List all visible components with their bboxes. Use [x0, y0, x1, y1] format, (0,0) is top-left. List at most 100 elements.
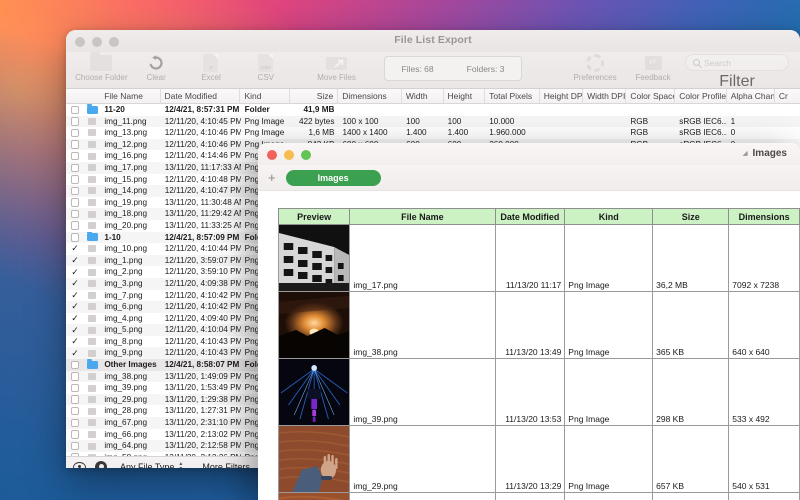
checkmark-icon: ✓ [71, 256, 79, 265]
row-checkbox[interactable]: ✓ [66, 255, 84, 267]
row-checkbox[interactable]: ✓ [66, 336, 84, 348]
column-header-height[interactable]: Height [444, 89, 486, 104]
row-checkbox[interactable] [66, 127, 84, 139]
sheet-col-preview[interactable]: Preview [279, 209, 350, 225]
sheet-col-dimensions[interactable]: Dimensions [729, 209, 800, 225]
image-file-icon [84, 162, 100, 174]
cell-name: img_8.png [100, 336, 160, 348]
window-title: File List Export [66, 34, 800, 46]
file-table-header[interactable]: File Name Date Modified Kind Size Dimens… [66, 89, 800, 104]
sheet-cell-dimensions [729, 493, 800, 500]
cell-name: img_16.png [100, 150, 160, 162]
move-files-label: Move Files [317, 73, 356, 82]
zoom-button-icon[interactable] [301, 150, 311, 160]
checkbox-unchecked-icon [71, 152, 80, 161]
sheet-document-title[interactable]: ◢ Images [743, 148, 787, 159]
cell-name: img_58.png [100, 452, 160, 456]
table-row[interactable]: img_11.png12/11/20, 4:10:45 PMPng Image4… [66, 116, 800, 128]
cell-name: img_67.png [100, 417, 160, 429]
row-checkbox[interactable] [66, 162, 84, 174]
eye-icon[interactable] [73, 462, 86, 468]
filter-group[interactable]: Search Filter [682, 52, 792, 91]
column-header-total-pixels[interactable]: Total Pixels [485, 89, 540, 104]
filter-search-input[interactable]: Search [685, 54, 789, 71]
column-header-width[interactable]: Width [402, 89, 444, 104]
row-checkbox[interactable]: ✓ [66, 290, 84, 302]
row-checkbox[interactable]: ✓ [66, 243, 84, 255]
table-row-folder[interactable]: 11-2012/4/21, 8:57:31 PMFolder41,9 MB [66, 104, 800, 116]
add-sheet-button[interactable]: + [268, 171, 276, 184]
cell-date: 12/11/20, 4:14:46 PM [161, 150, 241, 162]
sheet-col-file-name[interactable]: File Name [350, 209, 495, 225]
excel-export-button[interactable]: X Excel [184, 52, 239, 82]
row-checkbox[interactable] [66, 382, 84, 394]
column-header-file-name[interactable]: File Name [100, 89, 160, 104]
clear-button[interactable]: Clear [129, 52, 184, 82]
column-header-size[interactable]: Size [290, 89, 338, 104]
feedback-button[interactable]: FT Feedback [624, 52, 682, 82]
row-checkbox[interactable] [66, 394, 84, 406]
export-preview-table[interactable]: Preview File Name Date Modified Kind Siz… [278, 208, 800, 500]
row-checkbox[interactable] [66, 452, 84, 456]
row-checkbox[interactable]: ✓ [66, 324, 84, 336]
column-header-dimensions[interactable]: Dimensions [338, 89, 402, 104]
image-file-icon [84, 336, 100, 348]
sheet-row[interactable] [279, 493, 800, 500]
move-files-button[interactable]: Move Files [309, 52, 364, 82]
cell-w: 100 [402, 116, 444, 128]
sheet-row[interactable]: img_29.png11/13/20 13:29Png Image657 KB5… [279, 426, 800, 493]
sheet-cell-date: 11/13/20 13:29 [495, 426, 565, 493]
row-checkbox[interactable]: ✓ [66, 347, 84, 359]
sheet-row[interactable]: img_17.png11/13/20 11:17Png Image36,2 MB… [279, 225, 800, 292]
sheet-tab-bar[interactable]: + Images [258, 165, 800, 191]
sheet-row[interactable]: img_39.png11/13/20 13:53Png Image298 KB5… [279, 359, 800, 426]
sheet-canvas[interactable]: Preview File Name Date Modified Kind Siz… [258, 191, 800, 500]
row-checkbox[interactable] [66, 359, 84, 371]
row-checkbox[interactable] [66, 197, 84, 209]
column-header-kind[interactable]: Kind [240, 89, 290, 104]
row-checkbox[interactable]: ✓ [66, 278, 84, 290]
row-checkbox[interactable] [66, 104, 84, 116]
choose-folder-button[interactable]: Choose Folder [74, 52, 129, 82]
image-file-icon [84, 197, 100, 209]
cell-kind: Png Image [241, 116, 291, 128]
row-checkbox[interactable] [66, 371, 84, 383]
row-checkbox[interactable] [66, 139, 84, 151]
row-checkbox[interactable] [66, 185, 84, 197]
row-checkbox[interactable]: ✓ [66, 301, 84, 313]
sheet-tab-images[interactable]: Images [286, 170, 381, 186]
sheet-col-size[interactable]: Size [653, 209, 729, 225]
row-checkbox[interactable] [66, 405, 84, 417]
more-filters-button[interactable]: More Filters [202, 462, 250, 469]
row-checkbox[interactable] [66, 417, 84, 429]
preferences-button[interactable]: Preferences [566, 52, 624, 82]
row-checkbox[interactable] [66, 232, 84, 244]
row-checkbox[interactable] [66, 150, 84, 162]
table-row[interactable]: img_13.png12/11/20, 4:10:46 PMPng Image1… [66, 127, 800, 139]
numbers-spreadsheet-window[interactable]: ◢ Images + Images Preview File Name Date… [258, 143, 800, 500]
row-checkbox[interactable] [66, 174, 84, 186]
sheet-traffic-lights[interactable] [267, 150, 311, 160]
close-button-icon[interactable] [267, 150, 277, 160]
cell-total [485, 104, 540, 116]
row-checkbox[interactable]: ✓ [66, 266, 84, 278]
image-file-icon [84, 174, 100, 186]
sheet-row[interactable]: img_38.png11/13/20 13:49Png Image365 KB6… [279, 292, 800, 359]
csv-export-button[interactable]: CSV CSV [238, 52, 293, 82]
row-checkbox[interactable]: ✓ [66, 313, 84, 325]
cell-cr [775, 127, 800, 139]
row-checkbox[interactable] [66, 440, 84, 452]
file-type-dropdown[interactable]: Any File Type ▲▼ [116, 462, 187, 469]
sheet-cell-date: 11/13/20 13:53 [495, 359, 565, 426]
row-checkbox[interactable] [66, 116, 84, 128]
cell-name: img_1.png [100, 255, 160, 267]
sheet-col-date-modified[interactable]: Date Modified [495, 209, 565, 225]
sheet-col-kind[interactable]: Kind [565, 209, 653, 225]
row-checkbox[interactable] [66, 429, 84, 441]
gear-icon[interactable] [95, 461, 107, 469]
checkbox-unchecked-icon [71, 361, 80, 370]
row-checkbox[interactable] [66, 208, 84, 220]
minimize-button-icon[interactable] [284, 150, 294, 160]
column-header-date-modified[interactable]: Date Modified [161, 89, 241, 104]
row-checkbox[interactable] [66, 220, 84, 232]
